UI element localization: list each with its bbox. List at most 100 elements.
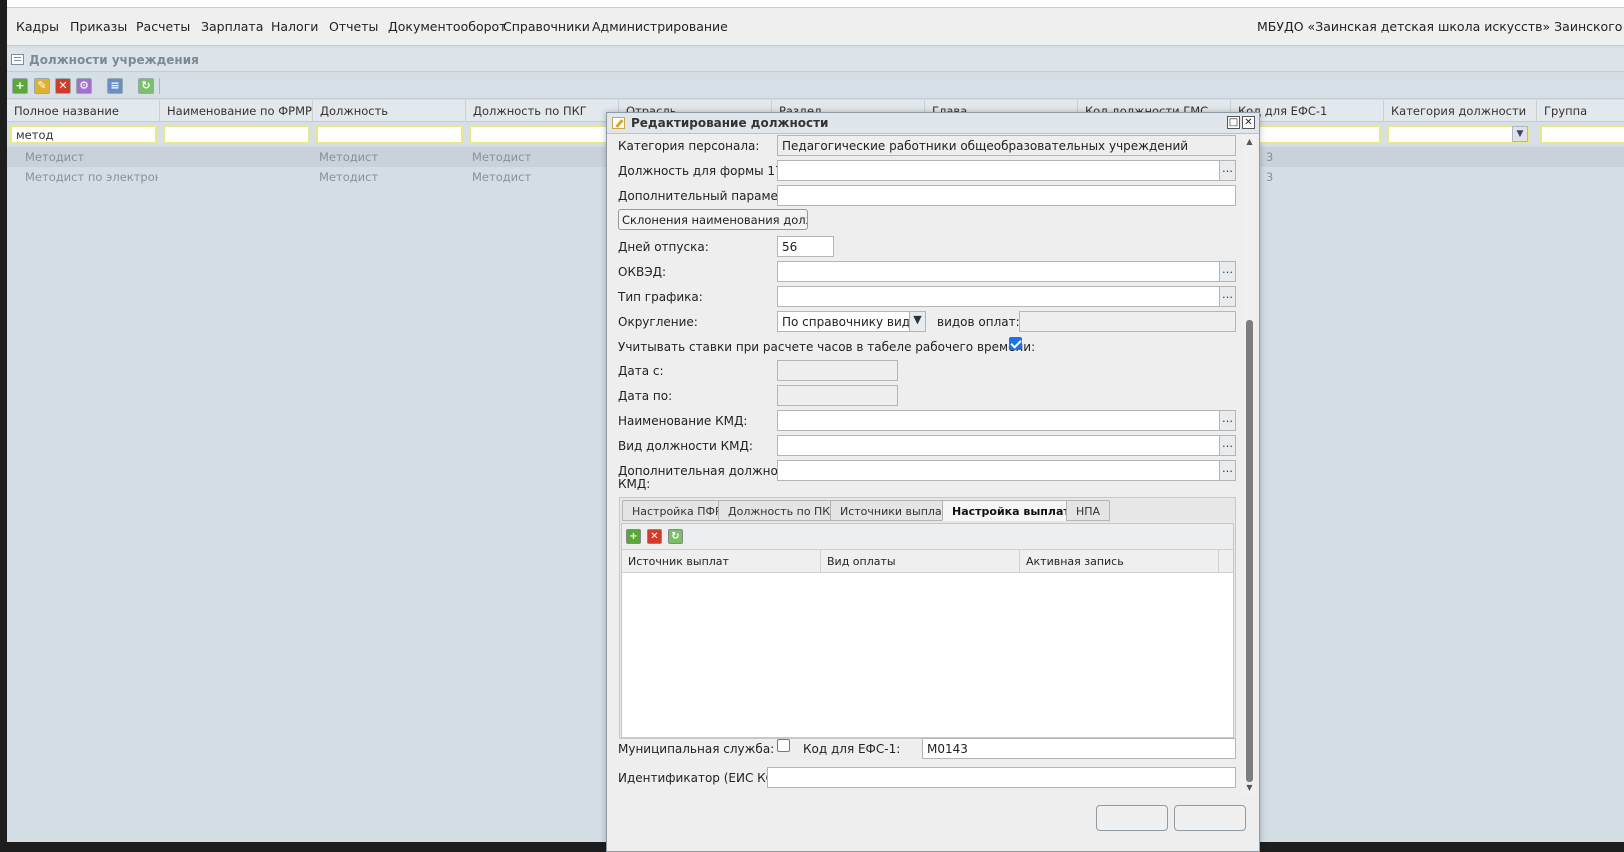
menu-administration[interactable]: Администрирование (592, 19, 728, 34)
chevron-down-icon[interactable]: ▼ (909, 311, 926, 332)
pay-types-label: видов оплат: (937, 315, 1020, 329)
kmd-extra-field[interactable] (777, 460, 1220, 481)
kmd-type-field[interactable] (777, 435, 1220, 456)
menu-kadry[interactable]: Кадры (16, 19, 59, 34)
col-pkg-position[interactable]: Должность по ПКГ (466, 100, 619, 122)
col-group[interactable]: Группа (1537, 100, 1624, 122)
menu-calculations[interactable]: Расчеты (136, 19, 190, 34)
col-payment-type[interactable]: Вид оплаты (821, 550, 1020, 573)
maximize-icon[interactable]: □ (1227, 116, 1240, 129)
municipal-label: Муниципальная служба: (618, 742, 775, 756)
payment-grid-header: Источник выплат Вид оплаты Активная запи… (622, 550, 1233, 573)
schedule-type-label: Тип графика: (618, 290, 703, 304)
efs-field[interactable]: М0143 (922, 738, 1236, 759)
tab-payment-sources[interactable]: Источники выплат (830, 500, 959, 521)
delete-icon[interactable]: ✕ (55, 78, 71, 94)
menu-documents[interactable]: Документооборот (388, 19, 506, 34)
edit-position-dialog: Редактирование должности □ ✕ Категория п… (606, 112, 1260, 852)
menu-orders[interactable]: Приказы (70, 19, 127, 34)
ellipsis-icon[interactable]: … (1219, 160, 1236, 181)
date-from-label: Дата с: (618, 364, 664, 378)
col-frmr-name[interactable]: Наименование по ФРМР (160, 100, 313, 122)
add-icon[interactable]: + (626, 529, 641, 544)
filter-group[interactable] (1540, 125, 1624, 144)
form17-label: Должность для формы 17: (618, 164, 787, 178)
date-to-label: Дата по: (618, 389, 673, 403)
dialog-scrollbar[interactable]: ▲ ▼ (1243, 135, 1256, 795)
delete-icon[interactable]: ✕ (647, 529, 662, 544)
rounding-label: Округление: (618, 315, 698, 329)
filter-full-name[interactable]: метод (10, 125, 157, 144)
ellipsis-icon[interactable]: … (1219, 261, 1236, 282)
dialog-title: Редактирование должности (631, 116, 829, 130)
settings-tabs: Настройка ПФР Должность по ПКГ Источники… (619, 497, 1236, 739)
schedule-type-field[interactable] (777, 286, 1220, 307)
ellipsis-icon[interactable]: … (1219, 286, 1236, 307)
edit-icon[interactable]: ✎ (34, 78, 50, 94)
menu-reports[interactable]: Отчеты (329, 19, 378, 34)
filter-pkg-position[interactable] (469, 125, 616, 144)
add-icon[interactable]: + (12, 78, 28, 94)
dialog-header: Редактирование должности □ ✕ (607, 113, 1259, 134)
col-position-category[interactable]: Категория должности (1384, 100, 1537, 122)
vacation-days-field[interactable]: 56 (777, 236, 834, 257)
col-full-name[interactable]: Полное название (7, 100, 160, 122)
tab-npa[interactable]: НПА (1066, 500, 1111, 521)
settings-icon[interactable]: ⚙ (76, 78, 92, 94)
menu-references[interactable]: Справочники (503, 19, 590, 34)
organization-title: МБУДО «Заинская детская школа искусств» … (1257, 19, 1624, 34)
main-menu: Кадры Приказы Расчеты Зарплата Налоги От… (7, 8, 1624, 46)
eis-field[interactable] (767, 767, 1236, 788)
declension-button[interactable]: Склонения наименования должности (618, 209, 808, 230)
toolbar-separator (159, 78, 160, 94)
menu-salary[interactable]: Зарплата (201, 19, 263, 34)
col-position[interactable]: Должность (313, 100, 466, 122)
top-strip (7, 0, 1624, 8)
panel-title: Должности учреждения (29, 53, 199, 67)
save-button[interactable] (1096, 805, 1168, 831)
kmd-type-label: Вид должности КМД: (618, 439, 753, 453)
chevron-down-icon[interactable]: ▼ (1512, 126, 1528, 142)
scroll-up-icon[interactable]: ▲ (1245, 137, 1254, 146)
edit-icon (612, 117, 625, 129)
menu-taxes[interactable]: Налоги (271, 19, 318, 34)
refresh-icon[interactable]: ↻ (668, 529, 683, 544)
date-from-field[interactable] (777, 360, 898, 381)
date-to-field[interactable] (777, 385, 898, 406)
tab-payment-settings[interactable]: Настройка выплат (942, 500, 1080, 521)
filter-position[interactable] (316, 125, 463, 144)
scroll-down-icon[interactable]: ▼ (1245, 783, 1254, 792)
cancel-button[interactable] (1174, 805, 1246, 831)
tab-pfr-settings[interactable]: Настройка ПФР (622, 500, 732, 521)
filter-frmr-name[interactable] (163, 125, 310, 144)
tab-pkg-position[interactable]: Должность по ПКГ (718, 500, 847, 521)
municipal-checkbox[interactable] (777, 739, 790, 752)
eis-label: Идентификатор (ЕИС КС): (618, 771, 783, 785)
efs-label: Код для ЕФС-1: (803, 742, 901, 756)
ellipsis-icon[interactable]: … (1219, 460, 1236, 481)
col-active-record[interactable]: Активная запись (1020, 550, 1219, 573)
refresh-icon[interactable]: ↻ (138, 78, 154, 94)
close-icon[interactable]: ✕ (1242, 116, 1255, 129)
list-icon (11, 54, 24, 65)
account-rates-checkbox[interactable] (1009, 337, 1022, 350)
kmd-name-field[interactable] (777, 410, 1220, 431)
print-icon[interactable]: ≡ (107, 78, 123, 94)
personnel-category-field: Педагогические работники общеобразовател… (777, 135, 1236, 156)
okved-field[interactable] (777, 261, 1220, 282)
extra-param-field[interactable] (777, 185, 1236, 206)
payment-toolbar: + ✕ ↻ (622, 524, 1233, 550)
vacation-days-label: Дней отпуска: (618, 240, 709, 254)
filter-position-category[interactable] (1387, 125, 1530, 144)
personnel-category-label: Категория персонала: (618, 139, 760, 153)
ellipsis-icon[interactable]: … (1219, 410, 1236, 431)
scroll-thumb[interactable] (1246, 320, 1253, 782)
form17-field[interactable] (777, 160, 1220, 181)
col-payment-source[interactable]: Источник выплат (622, 550, 821, 573)
account-rates-label: Учитывать ставки при расчете часов в таб… (618, 340, 1036, 354)
pay-types-field (1019, 311, 1236, 332)
rounding-select[interactable]: По справочнику видов оплат (777, 311, 910, 332)
kmd-extra-label: Дополнительная должность (618, 464, 799, 478)
panel-header: Должности учреждения (7, 48, 1624, 72)
ellipsis-icon[interactable]: … (1219, 435, 1236, 456)
